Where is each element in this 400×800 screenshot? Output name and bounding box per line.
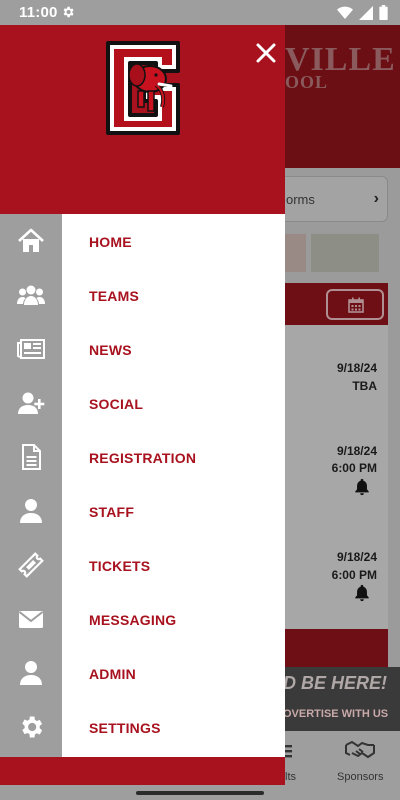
news-photo[interactable]	[311, 234, 379, 272]
tab-results-label[interactable]: lts	[285, 771, 296, 783]
menu-item-registration[interactable]: REGISTRATION	[0, 430, 285, 484]
calendar-icon	[348, 297, 364, 313]
menu-label: NEWS	[89, 342, 132, 358]
menu-label: ADMIN	[89, 666, 136, 682]
newspaper-icon	[17, 339, 45, 359]
drawer-footer	[0, 757, 285, 785]
ad-subline: OVERTISE WITH US	[283, 708, 389, 720]
battery-icon	[379, 5, 388, 20]
menu-item-tickets[interactable]: TICKETS	[0, 538, 285, 592]
drawer-header	[0, 25, 285, 214]
bell-icon[interactable]	[353, 584, 371, 602]
menu-label: REGISTRATION	[89, 450, 197, 466]
status-bar: 11:00	[0, 0, 400, 25]
calendar-button[interactable]	[326, 289, 384, 320]
ticket-icon	[18, 552, 44, 578]
menu-item-messaging[interactable]: MESSAGING	[0, 592, 285, 646]
menu-label: STAFF	[89, 504, 135, 520]
bell-icon[interactable]	[353, 478, 371, 496]
event-date: 9/18/24	[336, 361, 377, 375]
user-icon	[20, 661, 42, 685]
gear-icon	[63, 6, 74, 18]
menu-item-teams[interactable]: TEAMS	[0, 268, 285, 322]
handshake-icon[interactable]	[344, 739, 376, 761]
gesture-handle[interactable]	[136, 791, 264, 795]
tab-sponsors-label[interactable]: Sponsors	[337, 771, 383, 783]
gear-icon	[22, 716, 43, 738]
elephant-g-logo	[106, 41, 180, 135]
event-time: 6:00 PM	[331, 568, 377, 582]
menu-label: SOCIAL	[89, 396, 144, 412]
menu-label: HOME	[89, 234, 132, 250]
wifi-icon	[337, 6, 353, 19]
background-school-subtitle: OOL	[285, 72, 329, 92]
status-icons	[337, 5, 388, 20]
menu-item-staff[interactable]: STAFF	[0, 484, 285, 538]
event-time: TBA	[352, 379, 377, 393]
users-icon	[17, 285, 45, 305]
menu-label: MESSAGING	[89, 612, 177, 628]
menu-item-news[interactable]: NEWS	[0, 322, 285, 376]
envelope-icon	[18, 611, 44, 628]
menu-item-social[interactable]: SOCIAL	[0, 376, 285, 430]
user-plus-icon	[18, 392, 45, 414]
status-time: 11:00	[19, 4, 58, 21]
menu-item-settings[interactable]: SETTINGS	[0, 700, 285, 754]
close-icon[interactable]	[254, 41, 278, 65]
menu-label: TEAMS	[89, 288, 139, 304]
event-date: 9/18/24	[336, 444, 377, 458]
document-icon	[22, 444, 41, 470]
menu-item-admin[interactable]: ADMIN	[0, 646, 285, 700]
ad-headline: D BE HERE!	[283, 673, 388, 693]
forms-label: orms	[286, 192, 315, 207]
app-screen: 11:00 VILLE OOL orms › 9/18/24 TBA 9/18/…	[0, 0, 400, 800]
menu-label: TICKETS	[89, 558, 151, 574]
event-date: 9/18/24	[336, 550, 377, 564]
cell-signal-icon	[359, 5, 373, 20]
user-icon	[20, 499, 42, 523]
home-icon	[18, 228, 44, 252]
event-time: 6:00 PM	[331, 461, 377, 475]
navigation-drawer: HOME TEAMS NEWS SOCIAL REGISTRATION STAF…	[0, 25, 285, 785]
chevron-right-icon: ›	[373, 190, 379, 207]
menu-item-home[interactable]: HOME	[0, 214, 285, 268]
menu-label: SETTINGS	[89, 720, 161, 736]
